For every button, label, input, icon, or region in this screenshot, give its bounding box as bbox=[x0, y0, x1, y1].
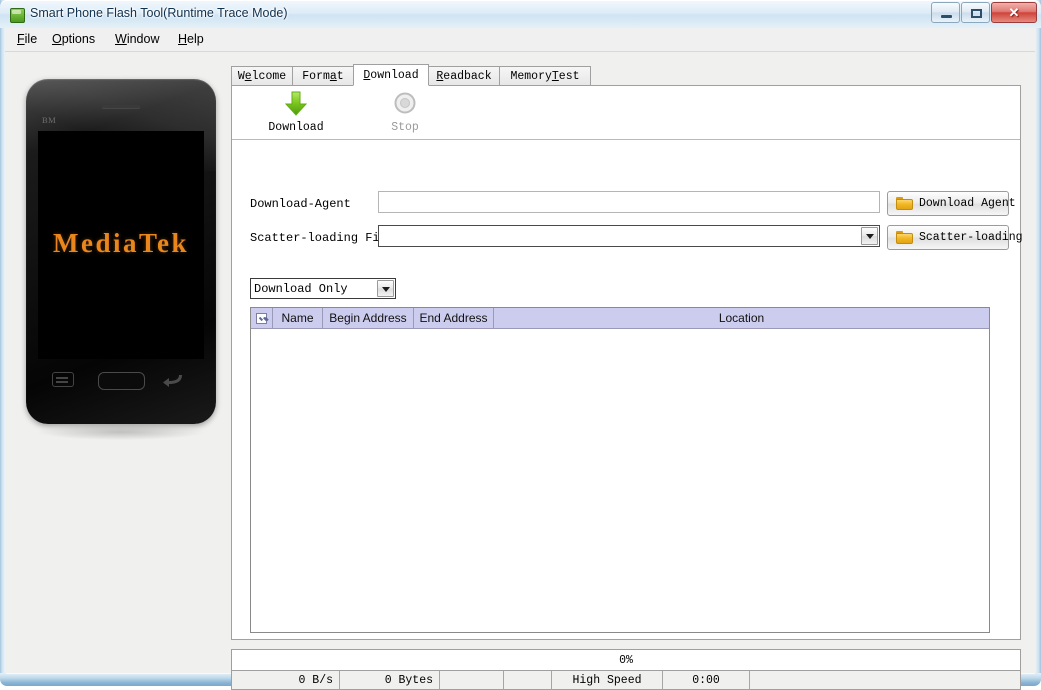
application-window: Smart Phone Flash Tool(Runtime Trace Mod… bbox=[0, 0, 1041, 690]
back-key-icon bbox=[162, 372, 186, 388]
tab-readback[interactable]: Readback bbox=[428, 66, 500, 86]
phone-body: BM MediaTek bbox=[26, 79, 216, 424]
mediatek-logo: MediaTek bbox=[52, 228, 189, 258]
menu-bar: File Options Window Help bbox=[5, 28, 1035, 52]
menu-key-icon bbox=[52, 372, 74, 387]
close-button[interactable]: ✕ bbox=[991, 2, 1037, 23]
progress-bar: 0% bbox=[231, 649, 1021, 671]
scatter-loading-combo[interactable] bbox=[378, 225, 880, 247]
maximize-icon bbox=[971, 9, 982, 18]
download-arrow-icon bbox=[281, 90, 311, 118]
download-button[interactable]: Download bbox=[248, 90, 344, 138]
select-all-checkbox[interactable] bbox=[256, 312, 267, 324]
column-header-end-address[interactable]: End Address bbox=[414, 308, 494, 328]
tab-welcome[interactable]: We lcome bbox=[231, 66, 293, 86]
menu-item-window[interactable]: Window bbox=[115, 32, 159, 46]
download-agent-browse-label: Download Agent bbox=[919, 197, 1016, 210]
window-title: Smart Phone Flash Tool(Runtime Trace Mod… bbox=[30, 6, 288, 20]
status-elapsed: 0:00 bbox=[663, 671, 750, 689]
column-header-begin-address[interactable]: Begin Address bbox=[323, 308, 414, 328]
menu-item-help[interactable]: Help bbox=[178, 32, 204, 46]
phone-brand-mark: BM bbox=[42, 115, 57, 125]
status-blank-3 bbox=[750, 671, 1020, 689]
stop-button-label: Stop bbox=[391, 121, 419, 134]
status-bar: 0 B/s 0 Bytes High Speed 0:00 bbox=[231, 671, 1021, 690]
rom-table: Name Begin Address End Address Location bbox=[250, 307, 990, 633]
download-button-label: Download bbox=[268, 121, 324, 134]
rom-table-body[interactable] bbox=[251, 329, 989, 632]
download-agent-input-wrap[interactable] bbox=[378, 191, 880, 213]
menu-item-file[interactable]: File bbox=[17, 32, 37, 46]
tab-format[interactable]: Form a t bbox=[292, 66, 354, 86]
folder-icon bbox=[896, 231, 913, 244]
scatter-loading-label: Scatter-loading File bbox=[250, 231, 395, 245]
window-border-right bbox=[1035, 0, 1041, 678]
select-all-header-cell[interactable] bbox=[251, 308, 273, 328]
menu-item-options[interactable]: Options bbox=[52, 32, 95, 46]
action-toolbar: Download Stop bbox=[232, 86, 1020, 140]
phone-softkeys bbox=[38, 367, 204, 401]
progress-label: 0% bbox=[619, 653, 633, 667]
chevron-down-icon[interactable] bbox=[861, 227, 878, 245]
column-header-name[interactable]: Name bbox=[273, 308, 323, 328]
phone-screen: MediaTek bbox=[38, 131, 204, 359]
column-header-location[interactable]: Location bbox=[494, 308, 989, 328]
download-mode-select[interactable]: Download Only bbox=[250, 278, 396, 299]
phone-speaker bbox=[102, 105, 140, 108]
tab-bar: We lcome Form a t Download Readback Memory … bbox=[231, 64, 1021, 86]
chevron-down-icon[interactable] bbox=[377, 280, 394, 297]
tab-download[interactable]: Download bbox=[353, 64, 429, 86]
download-agent-browse-button[interactable]: Download Agent bbox=[887, 191, 1016, 216]
phone-shadow bbox=[38, 424, 204, 440]
scatter-loading-browse-button[interactable]: Scatter-loading bbox=[887, 225, 1023, 250]
status-blank-1 bbox=[440, 671, 504, 689]
home-key-icon bbox=[98, 372, 145, 390]
status-usb-speed: High Speed bbox=[552, 671, 663, 689]
stop-button[interactable]: Stop bbox=[357, 90, 453, 138]
rom-table-header: Name Begin Address End Address Location bbox=[251, 308, 989, 329]
minimize-icon bbox=[941, 15, 952, 18]
close-icon: ✕ bbox=[1008, 4, 1020, 20]
flash-tool-icon bbox=[10, 8, 25, 23]
scatter-loading-browse-label: Scatter-loading bbox=[919, 231, 1023, 244]
tab-memory-test[interactable]: Memory Test bbox=[499, 66, 591, 86]
client-area: BM MediaTek We lcome Form a t D ownload … bbox=[5, 52, 1035, 690]
download-mode-value: Download Only bbox=[254, 281, 348, 296]
minimize-button[interactable] bbox=[931, 2, 960, 23]
folder-icon bbox=[896, 197, 913, 210]
scatter-loading-input[interactable] bbox=[379, 226, 859, 246]
download-panel: Download Stop Download-Agent Download Ag… bbox=[231, 85, 1023, 640]
window-controls: ✕ bbox=[930, 2, 1037, 23]
stop-circle-icon bbox=[390, 90, 420, 118]
download-agent-input[interactable] bbox=[379, 192, 879, 212]
status-blank-2 bbox=[504, 671, 552, 689]
maximize-button[interactable] bbox=[961, 2, 990, 23]
status-speed: 0 B/s bbox=[232, 671, 340, 689]
download-agent-label: Download-Agent bbox=[250, 197, 351, 211]
status-bytes: 0 Bytes bbox=[340, 671, 440, 689]
device-preview: BM MediaTek bbox=[20, 74, 220, 444]
title-bar: Smart Phone Flash Tool(Runtime Trace Mod… bbox=[0, 0, 1041, 28]
